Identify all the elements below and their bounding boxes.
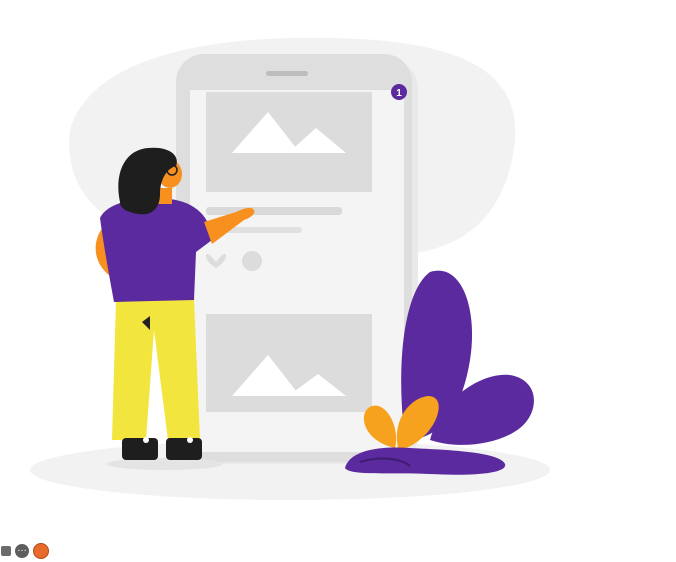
- video-icon[interactable]: [1, 546, 11, 556]
- notification-badge: 1: [391, 84, 407, 100]
- user-avatar-icon[interactable]: [33, 543, 49, 559]
- illustration-canvas: 1: [30, 37, 550, 500]
- notification-badge-count: 1: [396, 88, 402, 99]
- more-icon[interactable]: [15, 543, 29, 558]
- text-line: [206, 207, 342, 215]
- image-placeholder-bottom: [206, 314, 372, 412]
- phone-mockup: 1: [176, 54, 412, 462]
- phone-speaker: [266, 71, 308, 76]
- comment-icon: [242, 251, 262, 271]
- image-placeholder-top: [206, 92, 372, 192]
- taskbar: [0, 540, 121, 562]
